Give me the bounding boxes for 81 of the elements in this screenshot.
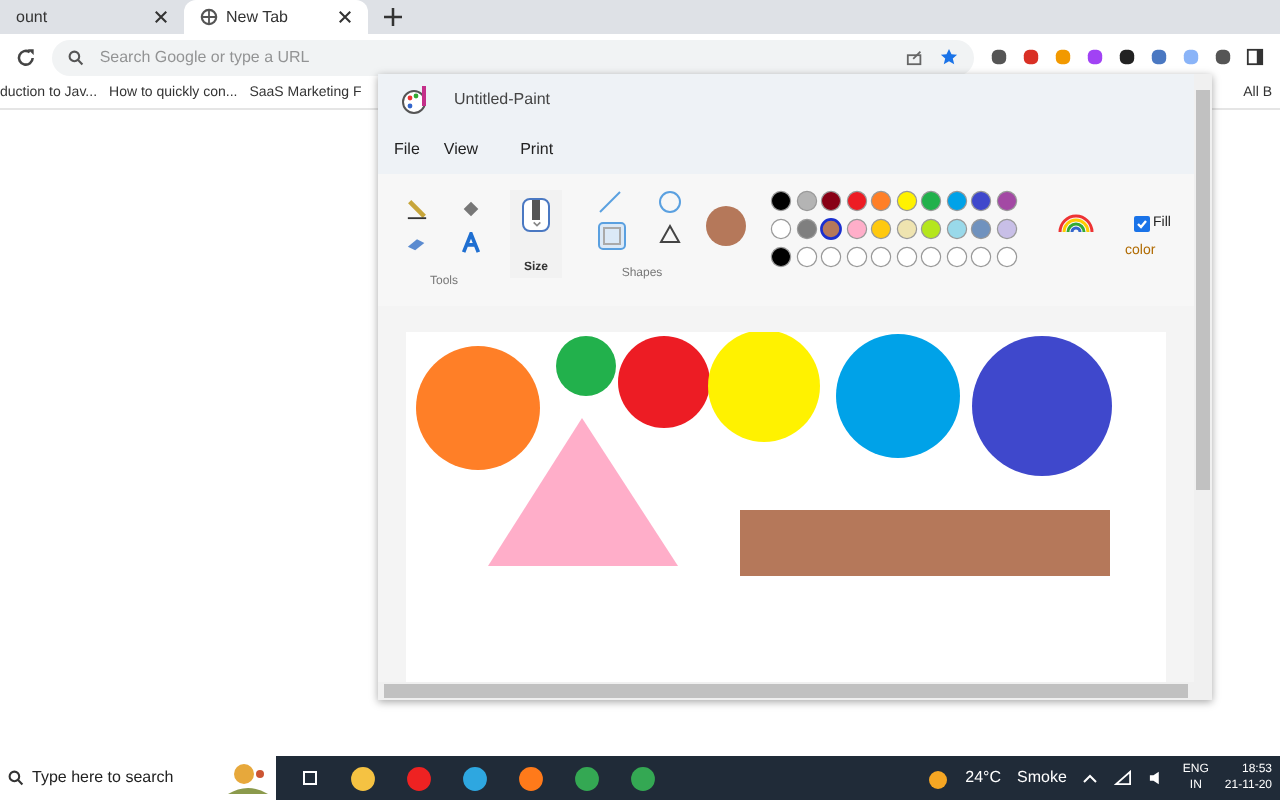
palette-swatch[interactable] [945, 246, 967, 268]
palette-swatch[interactable] [995, 190, 1017, 212]
palette-swatch[interactable] [995, 218, 1017, 240]
current-color-swatch [706, 206, 746, 246]
palette-swatch[interactable] [870, 190, 892, 212]
palette-swatch[interactable] [920, 190, 942, 212]
rectangle-tool-icon[interactable] [598, 222, 626, 250]
palette-swatch[interactable] [845, 218, 867, 240]
palette-swatch[interactable] [970, 190, 992, 212]
triangle-tool-icon[interactable] [658, 222, 682, 246]
menu-item[interactable]: View [443, 138, 479, 162]
caret-icon [531, 220, 541, 228]
palette-swatch[interactable] [820, 218, 842, 240]
palette-swatch[interactable] [945, 218, 967, 240]
palette-swatch[interactable] [870, 218, 892, 240]
taskbar-app-icon[interactable] [518, 765, 544, 791]
search-icon [67, 49, 84, 65]
check-icon [1135, 218, 1147, 231]
palette-swatch[interactable] [920, 246, 942, 268]
palette-swatch[interactable] [870, 246, 892, 268]
palette-swatch[interactable] [920, 218, 942, 240]
close-icon[interactable] [154, 10, 168, 24]
line-tool-icon[interactable] [598, 190, 622, 214]
horizontal-scrollbar[interactable] [378, 682, 1194, 700]
palette-swatch[interactable] [945, 190, 967, 212]
reload-icon[interactable] [16, 47, 36, 67]
globe-icon [200, 8, 218, 26]
palette-swatch[interactable] [770, 190, 792, 212]
taskbar-app-icon[interactable] [574, 765, 600, 791]
temperature-text: 24°C [965, 766, 1001, 790]
palette-swatch[interactable] [995, 246, 1017, 268]
task-view-icon[interactable] [300, 768, 320, 788]
search-icon [8, 770, 24, 786]
palette-icon [402, 84, 430, 116]
palette-swatch[interactable] [820, 190, 842, 212]
circle [416, 346, 540, 470]
taskbar-search-field[interactable]: Type here to search [0, 756, 276, 800]
new-tab-icon[interactable] [384, 8, 402, 26]
address-input[interactable]: Search Google or type a URL [99, 45, 890, 69]
palette-swatch[interactable] [795, 218, 817, 240]
palette-swatch[interactable] [795, 190, 817, 212]
palette-swatch[interactable] [770, 246, 792, 268]
drawing-canvas[interactable] [406, 332, 1166, 682]
taskbar-app-icon[interactable] [630, 765, 656, 791]
circle [618, 336, 710, 428]
address-bar[interactable]: Search Google or type a URL [51, 39, 974, 75]
share-icon[interactable] [906, 48, 924, 66]
weather-text: Smoke [1017, 766, 1067, 790]
size-selector[interactable] [522, 198, 550, 232]
circle-tool-icon[interactable] [658, 190, 682, 214]
palette-swatch[interactable] [845, 246, 867, 268]
menu-item[interactable]: Print [520, 138, 554, 162]
palette-swatch[interactable] [845, 190, 867, 212]
side-panel-icon[interactable] [1246, 48, 1264, 66]
palette-swatch[interactable] [770, 218, 792, 240]
weather-icon [925, 767, 950, 789]
close-icon[interactable] [338, 10, 352, 24]
vertical-scrollbar[interactable] [1194, 74, 1212, 700]
app-title: Untitled-Paint [454, 88, 551, 112]
fill-checkbox[interactable] [1133, 216, 1149, 233]
palette-swatch[interactable] [895, 218, 917, 240]
circle [972, 336, 1112, 476]
star-icon[interactable] [940, 48, 958, 66]
palette-swatch[interactable] [895, 246, 917, 268]
palette-swatch[interactable] [895, 190, 917, 212]
browser-tab[interactable]: New Tab [184, 0, 368, 34]
menu-item[interactable]: File [394, 138, 420, 162]
circle [836, 334, 960, 458]
small-circle [556, 336, 616, 396]
palette-swatch[interactable] [820, 246, 842, 268]
taskbar-app-icon[interactable] [350, 765, 376, 791]
text-tool-icon[interactable] [460, 232, 482, 254]
taskbar-search-input[interactable]: Type here to search [32, 766, 220, 790]
chevron-up-icon[interactable] [1082, 772, 1099, 784]
pencil-icon[interactable] [406, 198, 428, 220]
network-icon[interactable] [1114, 770, 1133, 786]
palette-swatch[interactable] [970, 218, 992, 240]
palette-swatch[interactable] [970, 246, 992, 268]
palette-swatch[interactable] [795, 246, 817, 268]
rainbow-icon[interactable] [1057, 214, 1093, 232]
taskbar-app-icon[interactable] [462, 765, 488, 791]
